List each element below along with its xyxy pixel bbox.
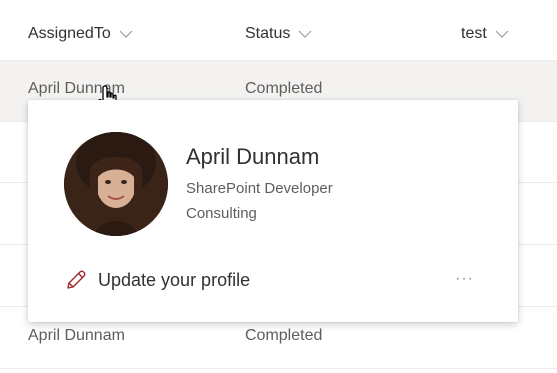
more-options-button[interactable]: ···	[455, 270, 474, 288]
profile-job-title: SharePoint Developer	[186, 180, 333, 197]
column-header-test[interactable]: test	[461, 25, 509, 43]
column-header-label: AssignedTo	[28, 25, 111, 42]
status-cell: Completed	[245, 80, 323, 97]
profile-name: April Dunnam	[186, 144, 320, 169]
profile-department: Consulting	[186, 205, 257, 222]
column-header-assigned-to[interactable]: AssignedTo	[28, 25, 133, 43]
chevron-down-icon	[298, 30, 312, 38]
column-header-label: test	[461, 25, 487, 42]
pencil-icon	[67, 270, 86, 289]
column-header-status[interactable]: Status	[245, 25, 312, 43]
profile-card: April Dunnam SharePoint Developer Consul…	[28, 100, 518, 322]
column-header-label: Status	[245, 25, 291, 42]
status-cell: Completed	[245, 327, 323, 344]
profile-photo	[64, 132, 168, 236]
list-header: AssignedTo Status test	[0, 0, 557, 61]
update-profile-link[interactable]: Update your profile	[64, 268, 250, 292]
chevron-down-icon	[495, 30, 509, 38]
avatar[interactable]	[64, 132, 168, 236]
assigned-to-cell[interactable]: April Dunnam	[28, 327, 125, 345]
update-profile-label: Update your profile	[98, 269, 251, 290]
chevron-down-icon	[119, 30, 133, 38]
